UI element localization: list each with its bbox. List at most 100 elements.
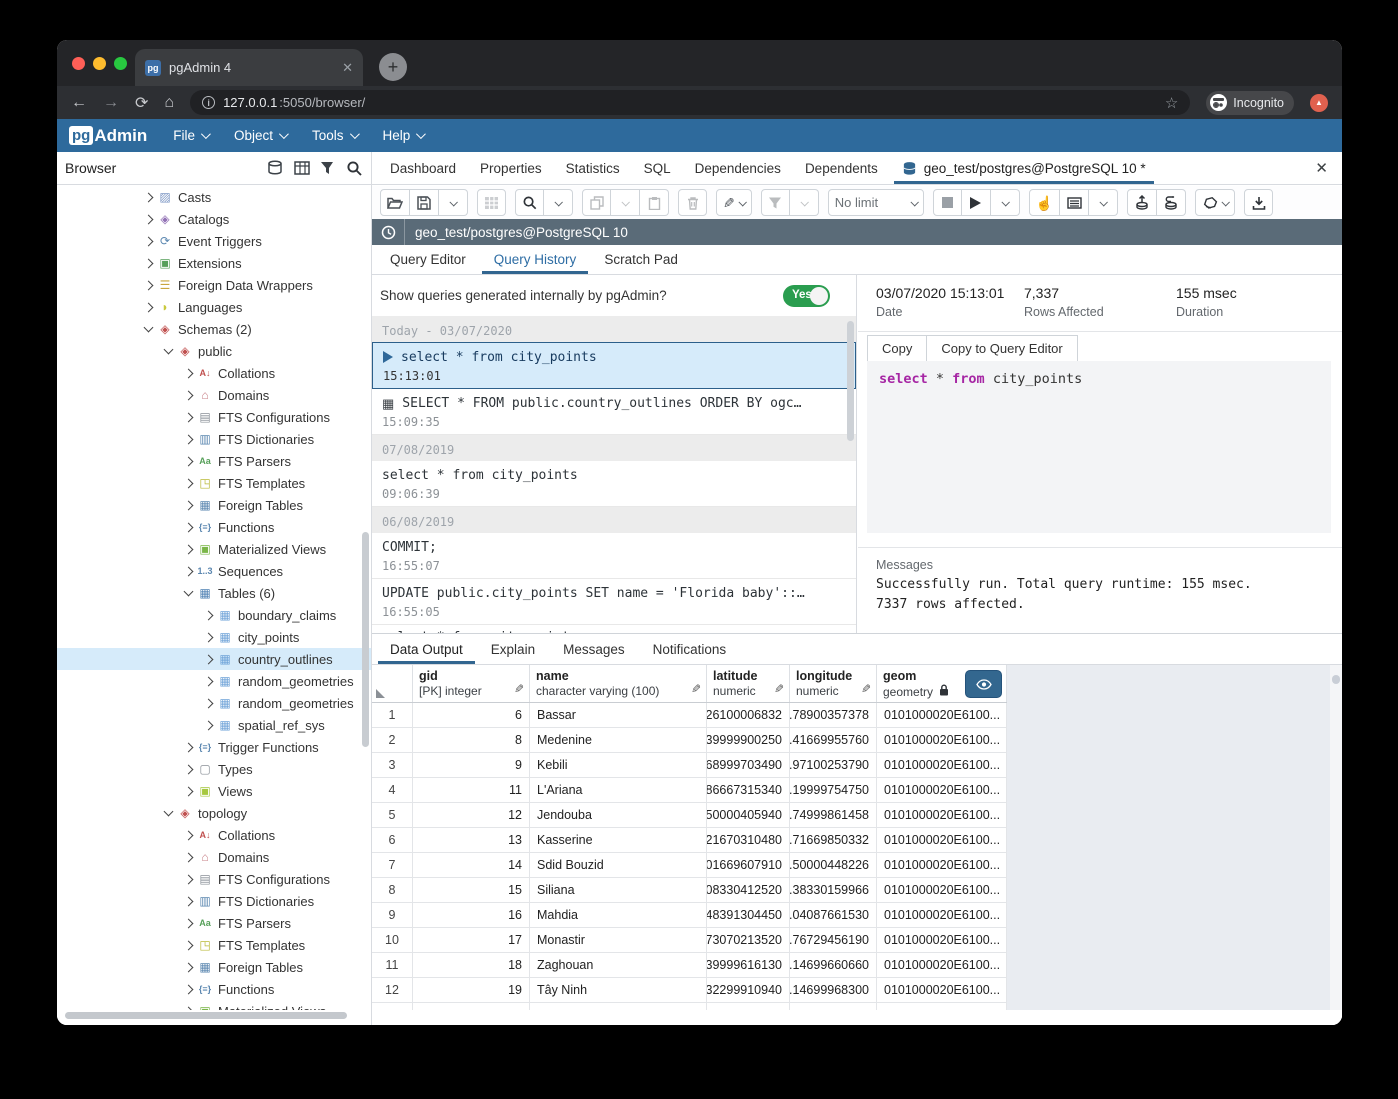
tree-item-fts-dictionaries[interactable]: ▥FTS Dictionaries: [57, 428, 371, 450]
expand-icon[interactable]: [184, 456, 194, 466]
row-number-cell[interactable]: 2: [372, 728, 413, 752]
history-entry[interactable]: select * from city_points: [372, 625, 856, 633]
longitude-cell[interactable]: 8.97100253790: [790, 753, 877, 777]
tree-item-topology[interactable]: ◈topology: [57, 802, 371, 824]
column-header-gid[interactable]: gid [PK] integer ✎: [413, 665, 530, 702]
latitude-cell[interactable]: .21670310480: [707, 828, 790, 852]
tree-item-collations[interactable]: A↓Collations: [57, 824, 371, 846]
tree-item-fts-templates[interactable]: ◳FTS Templates: [57, 934, 371, 956]
grid-vertical-scrollbar[interactable]: [1330, 665, 1342, 1011]
expand-icon[interactable]: [184, 390, 194, 400]
expand-icon[interactable]: [184, 940, 194, 950]
expand-icon[interactable]: [204, 720, 214, 730]
name-cell[interactable]: Kasserine: [530, 828, 707, 852]
tab-properties[interactable]: Properties: [468, 152, 554, 184]
tab-dependents[interactable]: Dependents: [793, 152, 890, 184]
name-cell[interactable]: Siliana: [530, 878, 707, 902]
expand-icon[interactable]: [144, 302, 154, 312]
latitude-cell[interactable]: .08330412520: [707, 878, 790, 902]
geom-cell[interactable]: 0101000020E6100...: [877, 753, 1007, 777]
tab-scratch-pad[interactable]: Scratch Pad: [590, 246, 692, 274]
row-number-cell[interactable]: 6: [372, 828, 413, 852]
minimize-window-button[interactable]: [93, 57, 106, 70]
gid-cell[interactable]: 12: [413, 803, 530, 827]
sidebar-vertical-scrollbar[interactable]: [362, 532, 369, 747]
longitude-cell[interactable]: 0.14699660660: [790, 953, 877, 977]
tree-item-country-outlines[interactable]: ▦country_outlines: [57, 648, 371, 670]
download-csv-button[interactable]: [1244, 189, 1273, 216]
collapse-icon[interactable]: [184, 587, 194, 597]
address-bar[interactable]: i 127.0.0.1:5050/browser/ ☆: [190, 90, 1190, 115]
filter-icon[interactable]: [320, 160, 336, 176]
row-number-cell[interactable]: 5: [372, 803, 413, 827]
tree-item-extensions[interactable]: ▣Extensions: [57, 252, 371, 274]
geom-cell[interactable]: 0101000020E6100...: [877, 928, 1007, 952]
latitude-cell[interactable]: .73070213520: [707, 928, 790, 952]
row-number-cell[interactable]: 7: [372, 853, 413, 877]
explain-options-button[interactable]: [1089, 189, 1118, 216]
geom-cell[interactable]: 0101000020E6100...: [877, 853, 1007, 877]
row-number-cell[interactable]: 9: [372, 903, 413, 927]
home-icon[interactable]: ⌂: [164, 94, 174, 112]
expand-icon[interactable]: [184, 434, 194, 444]
expand-icon[interactable]: [184, 742, 194, 752]
scrollbar-thumb[interactable]: [1332, 675, 1340, 684]
tree-item-casts[interactable]: ▨Casts: [57, 186, 371, 208]
commit-button[interactable]: [1127, 189, 1157, 216]
name-cell[interactable]: Sdid Bouzid: [530, 853, 707, 877]
tree-item-collations[interactable]: A↓Collations: [57, 362, 371, 384]
name-cell[interactable]: Jendouba: [530, 803, 707, 827]
gid-cell[interactable]: 9: [413, 753, 530, 777]
expand-icon[interactable]: [184, 1006, 194, 1010]
row-limit-select[interactable]: No limit: [828, 189, 924, 216]
expand-icon[interactable]: [204, 676, 214, 686]
latitude-cell[interactable]: .26100006832: [707, 703, 790, 727]
expand-icon[interactable]: [184, 984, 194, 994]
zoom-window-button[interactable]: [114, 57, 127, 70]
tab-statistics[interactable]: Statistics: [554, 152, 632, 184]
gid-cell[interactable]: 16: [413, 903, 530, 927]
latitude-cell[interactable]: .68999703490: [707, 753, 790, 777]
history-entry[interactable]: UPDATE public.city_points SET name = 'Fl…: [372, 579, 856, 625]
expand-icon[interactable]: [184, 918, 194, 928]
history-entry[interactable]: select * from city_points09:06:39: [372, 461, 856, 507]
geom-cell[interactable]: 0101000020E6100...: [877, 903, 1007, 927]
tree-item-tables-6-[interactable]: ▦Tables (6): [57, 582, 371, 604]
tree-item-public[interactable]: ◈public: [57, 340, 371, 362]
longitude-cell[interactable]: 1.04087661530: [790, 903, 877, 927]
expand-icon[interactable]: [204, 632, 214, 642]
history-entry[interactable]: ▦SELECT * FROM public.country_outlines O…: [372, 389, 856, 435]
tree-item-foreign-data-wrappers[interactable]: ☰Foreign Data Wrappers: [57, 274, 371, 296]
longitude-cell[interactable]: 0.76729456190: [790, 928, 877, 952]
execute-button[interactable]: [962, 189, 991, 216]
show-internal-queries-toggle[interactable]: Yes: [783, 285, 830, 307]
pencil-icon[interactable]: ✎: [514, 682, 524, 696]
expand-icon[interactable]: [184, 852, 194, 862]
tree-item-fts-configurations[interactable]: ▤FTS Configurations: [57, 406, 371, 428]
name-cell[interactable]: Mahdia: [530, 903, 707, 927]
longitude-cell[interactable]: 8.71669850332: [790, 828, 877, 852]
expand-icon[interactable]: [144, 236, 154, 246]
expand-icon[interactable]: [144, 192, 154, 202]
tree-item-languages[interactable]: ◗Languages: [57, 296, 371, 318]
expand-icon[interactable]: [184, 786, 194, 796]
grid-icon[interactable]: [294, 160, 310, 176]
tree-item-types[interactable]: ▢Types: [57, 758, 371, 780]
pencil-icon[interactable]: ✎: [774, 682, 784, 696]
tree-item-fts-configurations[interactable]: ▤FTS Configurations: [57, 868, 371, 890]
execute-options-button[interactable]: [991, 189, 1020, 216]
gid-cell[interactable]: 6: [413, 703, 530, 727]
expand-icon[interactable]: [204, 610, 214, 620]
row-number-cell[interactable]: 4: [372, 778, 413, 802]
open-file-button[interactable]: [380, 189, 410, 216]
tab-notifications[interactable]: Notifications: [639, 636, 741, 664]
name-cell[interactable]: Zaghouan: [530, 953, 707, 977]
tree-item-views[interactable]: ▣Views: [57, 780, 371, 802]
expand-icon[interactable]: [184, 764, 194, 774]
tree-item-fts-templates[interactable]: ◳FTS Templates: [57, 472, 371, 494]
view-geometry-button[interactable]: [966, 671, 1001, 697]
tree-item-spatial-ref-sys[interactable]: ▦spatial_ref_sys: [57, 714, 371, 736]
column-header-geom[interactable]: geom geometry: [877, 665, 1007, 702]
expand-icon[interactable]: [204, 654, 214, 664]
tree-item-catalogs[interactable]: ◈Catalogs: [57, 208, 371, 230]
